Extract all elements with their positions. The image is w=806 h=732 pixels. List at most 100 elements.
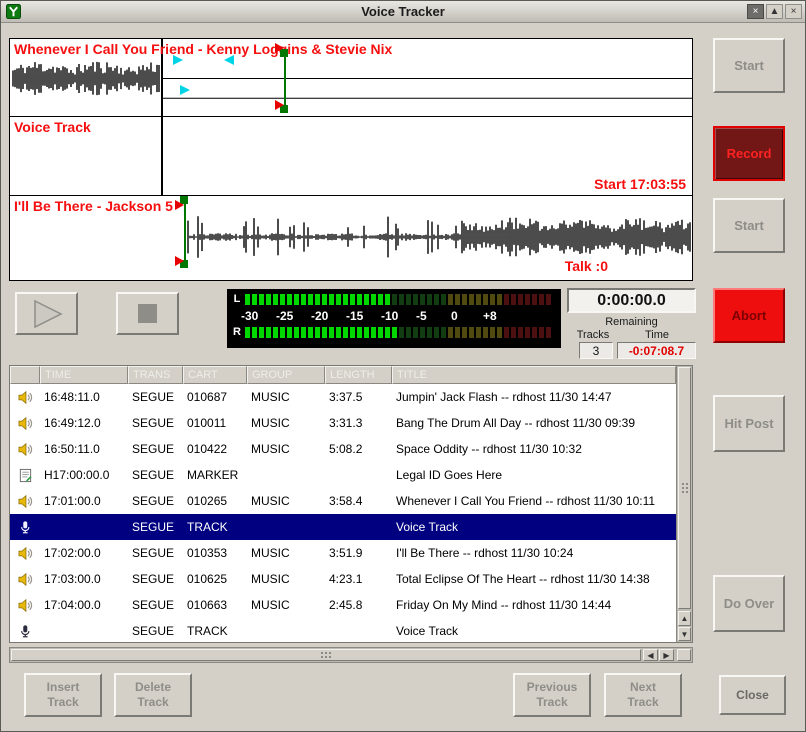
- scroll-down-icon[interactable]: ▼: [678, 627, 691, 641]
- close-button[interactable]: Close: [719, 675, 786, 715]
- cell-time: 17:02:00.0: [40, 540, 128, 566]
- scroll-right-icon[interactable]: ▶: [659, 649, 674, 661]
- vertical-scrollbar-thumb[interactable]: [678, 367, 691, 609]
- do-over-button[interactable]: Do Over: [713, 575, 785, 632]
- next-track-button[interactable]: Next Track: [604, 673, 682, 717]
- log-row[interactable]: 16:50:11.0SEGUE010422MUSIC5:08.2Space Od…: [10, 436, 676, 462]
- meter-segment: [294, 294, 299, 305]
- cell-trans: SEGUE: [128, 436, 183, 462]
- meter-segment: [364, 327, 369, 338]
- record-button[interactable]: Record: [713, 126, 785, 181]
- end-marker-line[interactable]: [284, 51, 286, 111]
- cell-length: 4:23.1: [325, 566, 392, 592]
- stop-button[interactable]: [116, 292, 179, 335]
- button-label: Next: [630, 680, 656, 695]
- meter-segment: [490, 327, 495, 338]
- play-button[interactable]: [15, 292, 78, 335]
- log-row[interactable]: 17:02:00.0SEGUE010353MUSIC3:51.9I'll Be …: [10, 540, 676, 566]
- meter-segment: [392, 294, 397, 305]
- start-button-top[interactable]: Start: [713, 38, 785, 93]
- scroll-up-icon[interactable]: ▲: [678, 611, 691, 626]
- meter-segment: [518, 294, 523, 305]
- thumb-grip: [320, 651, 333, 660]
- cell-title: Whenever I Call You Friend -- rdhost 11/…: [392, 488, 676, 514]
- meter-segment: [546, 327, 551, 338]
- log-table: TIME TRANS CART GROUP LENGTH TITLE 16:48…: [9, 365, 693, 643]
- delete-track-button[interactable]: Delete Track: [114, 673, 192, 717]
- cell-title: Bang The Drum All Day -- rdhost 11/30 09…: [392, 410, 676, 436]
- track-2-title: Voice Track: [14, 119, 91, 135]
- fade-marker-icon[interactable]: [180, 85, 190, 95]
- insert-track-button[interactable]: Insert Track: [24, 673, 102, 717]
- log-row[interactable]: H17:00:00.0SEGUEMARKERLegal ID Goes Here: [10, 462, 676, 488]
- horizontal-scrollbar[interactable]: ◀ ▶: [9, 647, 693, 663]
- titlebar[interactable]: Voice Tracker × ▲ ×: [1, 1, 805, 23]
- button-label: Track: [47, 695, 78, 710]
- meter-segment: [371, 294, 376, 305]
- meter-segment: [399, 327, 404, 338]
- track-strip-3[interactable]: I'll Be There - Jackson 5 Talk :0: [10, 196, 692, 280]
- pointer-marker-icon[interactable]: [275, 100, 284, 110]
- left-meter-bar: [245, 294, 557, 305]
- meter-segment: [280, 294, 285, 305]
- meter-segment: [343, 294, 348, 305]
- previous-track-button[interactable]: Previous Track: [513, 673, 591, 717]
- log-row[interactable]: SEGUETRACKVoice Track: [10, 514, 676, 540]
- meter-segment: [343, 327, 348, 338]
- remaining-time-value: -0:07:08.7: [617, 342, 696, 359]
- meter-segment: [476, 327, 481, 338]
- start-marker-line[interactable]: [184, 198, 186, 264]
- log-row[interactable]: 16:48:11.0SEGUE010687MUSIC3:37.5Jumpin' …: [10, 384, 676, 410]
- remaining-label: Remaining: [567, 316, 696, 328]
- cell-trans: SEGUE: [128, 488, 183, 514]
- log-header: TIME TRANS CART GROUP LENGTH TITLE: [10, 366, 676, 384]
- abort-button[interactable]: Abort: [713, 288, 785, 343]
- audio-icon: [10, 546, 40, 561]
- close-icon[interactable]: ×: [747, 4, 764, 19]
- cell-trans: SEGUE: [128, 592, 183, 618]
- pointer-marker-icon[interactable]: [275, 43, 284, 53]
- log-row[interactable]: SEGUETRACKVoice Track: [10, 618, 676, 642]
- maximize-icon[interactable]: ▲: [766, 4, 783, 19]
- window-menu-icon[interactable]: ×: [785, 4, 802, 19]
- track-strip-2[interactable]: Voice Track Start 17:03:55: [10, 117, 692, 196]
- horizontal-scrollbar-thumb[interactable]: [11, 649, 641, 661]
- cell-length: 3:58.4: [325, 488, 392, 514]
- start-button-mid[interactable]: Start: [713, 198, 785, 253]
- cell-cart: 010265: [183, 488, 247, 514]
- cell-time: 17:01:00.0: [40, 488, 128, 514]
- meter-segment: [420, 327, 425, 338]
- header-length: LENGTH: [325, 366, 392, 384]
- meter-segment: [308, 294, 313, 305]
- hit-post-button[interactable]: Hit Post: [713, 395, 785, 452]
- log-row[interactable]: 17:03:00.0SEGUE010625MUSIC4:23.1Total Ec…: [10, 566, 676, 592]
- meter-segment: [525, 294, 530, 305]
- meter-scale-label: 0: [451, 309, 458, 323]
- cell-cart: TRACK: [183, 514, 247, 540]
- scroll-left-icon[interactable]: ◀: [643, 649, 658, 661]
- pointer-marker-icon[interactable]: [175, 256, 184, 266]
- track-boundary-line: [161, 117, 163, 195]
- fade-marker-icon[interactable]: [173, 55, 183, 65]
- cell-length: 5:08.2: [325, 436, 392, 462]
- meter-segment: [266, 327, 271, 338]
- cell-title: Legal ID Goes Here: [392, 462, 676, 488]
- meter-segment: [448, 327, 453, 338]
- log-row[interactable]: 17:04:00.0SEGUE010663MUSIC2:45.8Friday O…: [10, 592, 676, 618]
- fade-marker-icon[interactable]: [224, 55, 234, 65]
- meter-segment: [259, 294, 264, 305]
- meter-scale-label: -5: [416, 309, 427, 323]
- log-row[interactable]: 16:49:12.0SEGUE010011MUSIC3:31.3Bang The…: [10, 410, 676, 436]
- cell-trans: SEGUE: [128, 566, 183, 592]
- audio-icon: [10, 494, 40, 509]
- meter-segment: [301, 327, 306, 338]
- pointer-marker-icon[interactable]: [175, 200, 184, 210]
- meter-segment: [280, 327, 285, 338]
- vertical-scrollbar[interactable]: ▲ ▼: [676, 366, 692, 642]
- log-row[interactable]: 17:01:00.0SEGUE010265MUSIC3:58.4Whenever…: [10, 488, 676, 514]
- cell-cart: 010353: [183, 540, 247, 566]
- meter-segment: [350, 294, 355, 305]
- track-strip-1[interactable]: Whenever I Call You Friend - Kenny Loggi…: [10, 39, 692, 117]
- cell-cart: 010625: [183, 566, 247, 592]
- meter-segment: [336, 294, 341, 305]
